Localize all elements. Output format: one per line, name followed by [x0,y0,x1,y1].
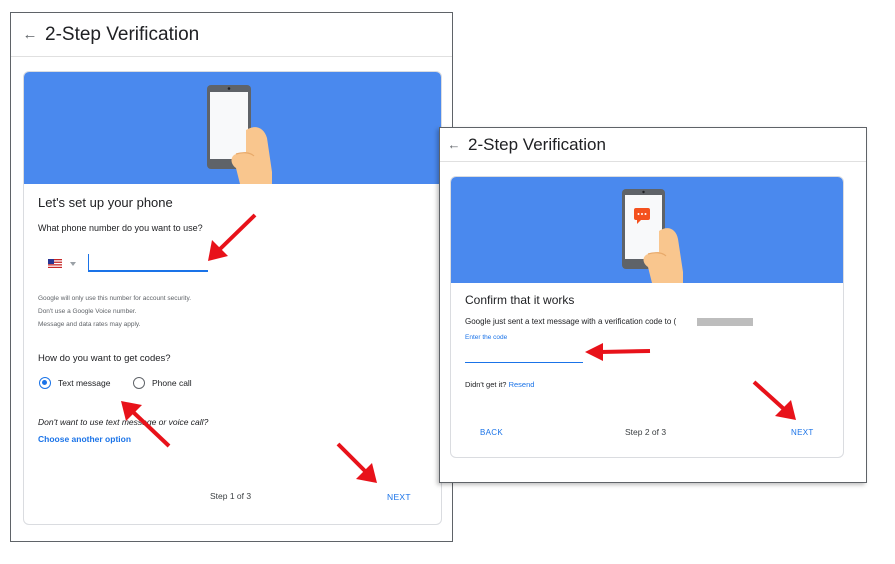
page-title: 2-Step Verification [45,23,200,45]
didnt-get-text: Didn't get it? Resend [465,380,534,389]
confirm-card: Confirm that it works Google just sent a… [450,176,844,458]
didnt-get-label: Didn't get it? [465,380,507,389]
top-bar: ← 2-Step Verification [440,128,866,162]
top-bar: ← 2-Step Verification [11,13,452,57]
radio-phone-call[interactable] [133,377,145,389]
setup-heading: Let's set up your phone [38,195,173,210]
radio-text-message[interactable] [39,377,51,389]
us-flag-icon[interactable] [48,259,62,268]
alternative-prompt: Don't want to use text message or voice … [38,417,209,427]
choose-another-option-link[interactable]: Choose another option [38,434,131,444]
note-security: Google will only use this number for acc… [38,295,192,302]
option-phone-call-label[interactable]: Phone call [152,378,192,388]
note-voice: Don't use a Google Voice number. [38,308,137,315]
next-button[interactable]: NEXT [387,492,411,502]
arrow-back-icon[interactable]: ← [15,26,45,43]
phone-illustration-banner [451,177,843,283]
country-dropdown-icon[interactable] [70,262,76,266]
hand-holding-phone-icon [207,85,272,184]
resend-link[interactable]: Resend [509,380,535,389]
phone-number-input[interactable] [88,254,208,272]
step-indicator: Step 2 of 3 [625,427,667,437]
code-field-label: Enter the code [465,334,508,341]
back-button[interactable]: BACK [480,428,503,437]
note-rates: Message and data rates may apply. [38,321,141,328]
option-text-message-label[interactable]: Text message [58,378,110,388]
codes-question: How do you want to get codes? [38,353,171,364]
next-button[interactable]: NEXT [791,428,814,437]
confirm-heading: Confirm that it works [465,293,575,307]
setup-phone-window: ← 2-Step Verification Let's set up your … [10,12,453,542]
phone-question: What phone number do you want to use? [38,223,203,233]
redacted-phone-number [697,318,753,326]
phone-illustration-banner [24,72,441,184]
confirm-phone-window: ← 2-Step Verification Confirm that it wo… [439,127,867,483]
hand-holding-phone-message-icon [622,189,683,283]
setup-card: Let's set up your phone What phone numbe… [23,71,442,525]
verification-code-input[interactable] [465,351,583,363]
step-indicator: Step 1 of 3 [210,491,252,501]
page-title: 2-Step Verification [468,134,606,154]
arrow-back-icon[interactable]: ← [440,137,468,152]
sent-message: Google just sent a text message with a v… [465,317,677,326]
